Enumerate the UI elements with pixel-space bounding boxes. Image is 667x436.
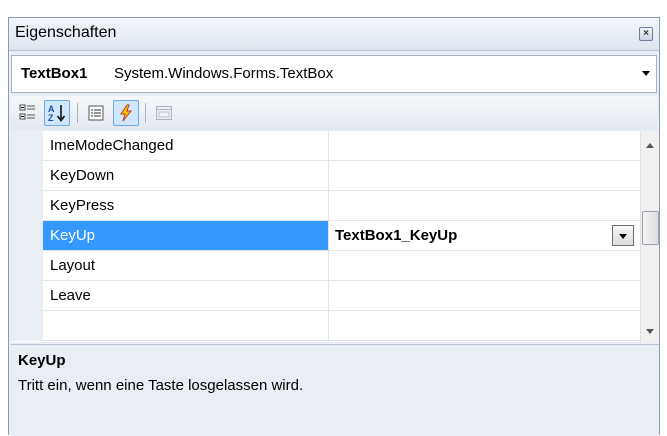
categorized-icon bbox=[19, 104, 35, 120]
grid-row[interactable]: Leave bbox=[11, 281, 640, 311]
description-text: Tritt ein, wenn eine Taste losgelassen w… bbox=[18, 377, 304, 394]
description-title: KeyUp bbox=[18, 352, 66, 369]
value-dropdown-button[interactable] bbox=[612, 225, 634, 246]
chevron-down-icon[interactable] bbox=[642, 71, 650, 76]
properties-button[interactable] bbox=[83, 100, 109, 126]
row-margin bbox=[11, 221, 43, 251]
event-name[interactable]: Leave bbox=[43, 281, 329, 311]
toolbar-separator bbox=[77, 103, 78, 123]
grid-row[interactable]: Layout bbox=[11, 251, 640, 281]
grid-row[interactable]: ImeModeChanged bbox=[11, 131, 640, 161]
properties-toolbar: A Z bbox=[11, 96, 657, 130]
close-icon: × bbox=[643, 28, 649, 39]
properties-window: Eigenschaften × TextBox1 System.Windows.… bbox=[8, 17, 660, 436]
event-value[interactable] bbox=[329, 251, 640, 281]
event-value[interactable] bbox=[329, 131, 640, 161]
alphabetical-icon: A Z bbox=[48, 104, 66, 123]
vertical-scrollbar[interactable] bbox=[640, 131, 659, 342]
event-value[interactable] bbox=[329, 281, 640, 311]
object-type: System.Windows.Forms.TextBox bbox=[114, 65, 334, 82]
event-name[interactable]: KeyDown bbox=[43, 161, 329, 191]
event-value[interactable]: TextBox1_KeyUp bbox=[329, 221, 640, 251]
row-margin bbox=[11, 131, 43, 161]
event-value[interactable] bbox=[329, 191, 640, 221]
event-value[interactable] bbox=[329, 311, 640, 341]
event-value[interactable] bbox=[329, 161, 640, 191]
property-pages-icon bbox=[156, 106, 172, 120]
event-name[interactable]: KeyUp bbox=[43, 221, 329, 251]
row-margin bbox=[11, 161, 43, 191]
alphabetical-button[interactable]: A Z bbox=[44, 100, 70, 126]
property-grid: ImeModeChanged KeyDown KeyPress KeyUp Te… bbox=[11, 131, 640, 342]
categorized-button[interactable] bbox=[15, 100, 41, 126]
row-margin bbox=[11, 281, 43, 311]
grid-row-selected[interactable]: KeyUp TextBox1_KeyUp bbox=[11, 221, 640, 251]
events-icon bbox=[120, 104, 133, 122]
event-name[interactable]: Layout bbox=[43, 251, 329, 281]
close-button[interactable]: × bbox=[639, 27, 653, 41]
row-margin bbox=[11, 311, 43, 341]
row-margin bbox=[11, 191, 43, 221]
title-bar: Eigenschaften × bbox=[9, 18, 659, 51]
grid-row[interactable]: KeyDown bbox=[11, 161, 640, 191]
event-name[interactable] bbox=[43, 311, 329, 341]
event-name[interactable]: ImeModeChanged bbox=[43, 131, 329, 161]
description-panel: KeyUp Tritt ein, wenn eine Taste losgela… bbox=[11, 344, 659, 436]
object-name: TextBox1 bbox=[21, 65, 88, 82]
events-button[interactable] bbox=[113, 100, 139, 126]
event-handler-value: TextBox1_KeyUp bbox=[335, 227, 458, 244]
grid-row[interactable] bbox=[11, 311, 640, 341]
svg-text:Z: Z bbox=[48, 113, 54, 123]
object-selector[interactable]: TextBox1 System.Windows.Forms.TextBox bbox=[11, 55, 657, 93]
toolbar-separator bbox=[145, 103, 146, 123]
event-name[interactable]: KeyPress bbox=[43, 191, 329, 221]
scroll-thumb[interactable] bbox=[642, 211, 659, 245]
properties-icon bbox=[88, 105, 104, 121]
row-margin bbox=[11, 251, 43, 281]
window-title: Eigenschaften bbox=[15, 24, 117, 41]
scroll-up-icon[interactable] bbox=[646, 143, 654, 148]
scroll-down-icon[interactable] bbox=[646, 329, 654, 334]
property-pages-button[interactable] bbox=[151, 100, 177, 126]
grid-row[interactable]: KeyPress bbox=[11, 191, 640, 221]
